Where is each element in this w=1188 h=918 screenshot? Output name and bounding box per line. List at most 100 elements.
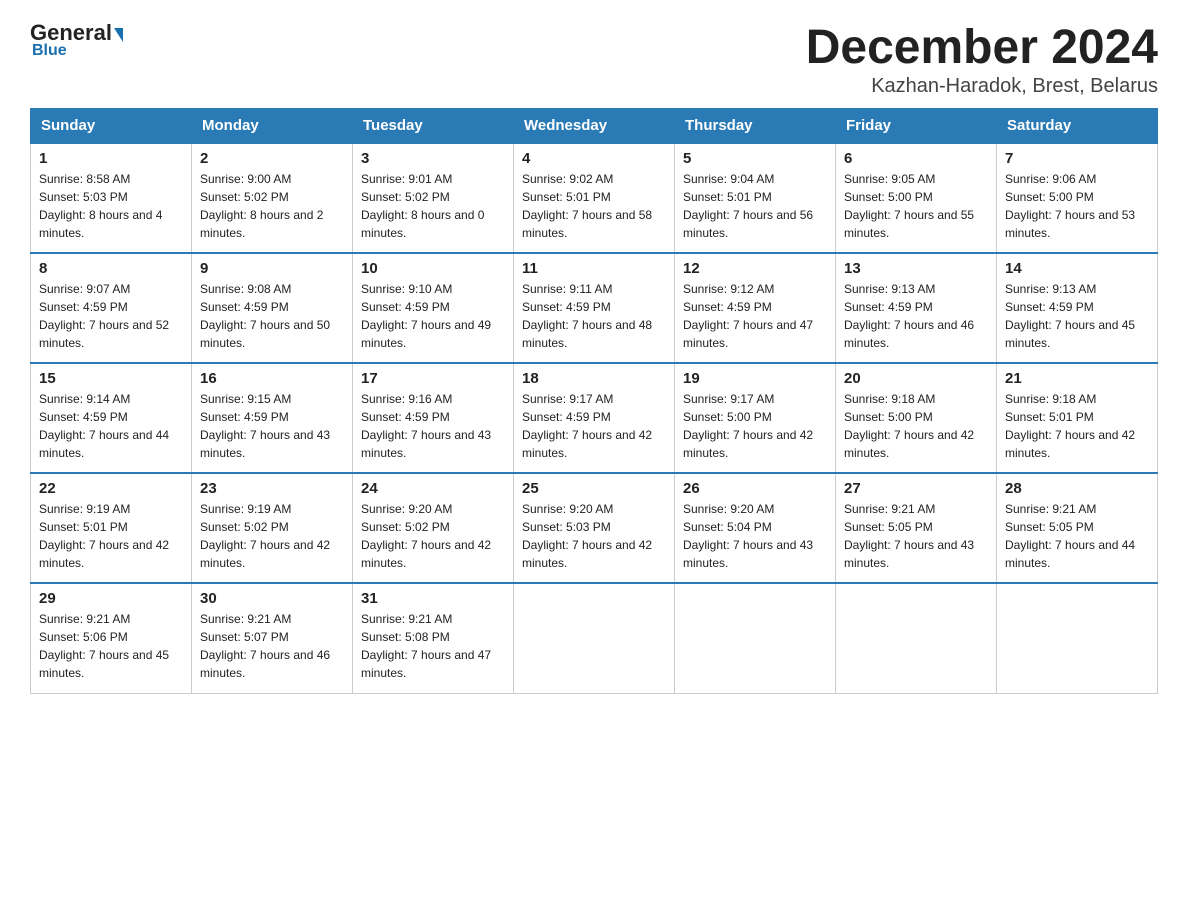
day-info: Sunrise: 9:17 AMSunset: 5:00 PMDaylight:… [683,390,827,462]
day-info: Sunrise: 9:08 AMSunset: 4:59 PMDaylight:… [200,280,344,352]
calendar-cell: 3 Sunrise: 9:01 AMSunset: 5:02 PMDayligh… [353,143,514,253]
calendar-cell: 23 Sunrise: 9:19 AMSunset: 5:02 PMDaylig… [192,473,353,583]
col-wednesday: Wednesday [514,109,675,144]
day-number: 15 [39,370,183,387]
day-number: 12 [683,260,827,277]
calendar-cell: 2 Sunrise: 9:00 AMSunset: 5:02 PMDayligh… [192,143,353,253]
day-info: Sunrise: 9:07 AMSunset: 4:59 PMDaylight:… [39,280,183,352]
calendar-cell: 20 Sunrise: 9:18 AMSunset: 5:00 PMDaylig… [836,363,997,473]
day-number: 3 [361,150,505,167]
calendar-cell [997,583,1158,693]
day-number: 24 [361,480,505,497]
day-number: 21 [1005,370,1149,387]
day-number: 13 [844,260,988,277]
calendar-cell: 21 Sunrise: 9:18 AMSunset: 5:01 PMDaylig… [997,363,1158,473]
day-number: 26 [683,480,827,497]
day-info: Sunrise: 9:18 AMSunset: 5:01 PMDaylight:… [1005,390,1149,462]
day-number: 17 [361,370,505,387]
col-monday: Monday [192,109,353,144]
day-info: Sunrise: 9:18 AMSunset: 5:00 PMDaylight:… [844,390,988,462]
day-number: 28 [1005,480,1149,497]
week-row-1: 1 Sunrise: 8:58 AMSunset: 5:03 PMDayligh… [31,143,1158,253]
day-number: 27 [844,480,988,497]
calendar-cell: 11 Sunrise: 9:11 AMSunset: 4:59 PMDaylig… [514,253,675,363]
calendar-cell: 6 Sunrise: 9:05 AMSunset: 5:00 PMDayligh… [836,143,997,253]
calendar-cell: 5 Sunrise: 9:04 AMSunset: 5:01 PMDayligh… [675,143,836,253]
day-number: 4 [522,150,666,167]
week-row-4: 22 Sunrise: 9:19 AMSunset: 5:01 PMDaylig… [31,473,1158,583]
day-info: Sunrise: 9:21 AMSunset: 5:08 PMDaylight:… [361,610,505,682]
calendar-cell [514,583,675,693]
day-info: Sunrise: 9:00 AMSunset: 5:02 PMDaylight:… [200,170,344,242]
calendar-cell: 13 Sunrise: 9:13 AMSunset: 4:59 PMDaylig… [836,253,997,363]
day-info: Sunrise: 9:20 AMSunset: 5:02 PMDaylight:… [361,500,505,572]
day-info: Sunrise: 9:13 AMSunset: 4:59 PMDaylight:… [844,280,988,352]
day-number: 18 [522,370,666,387]
day-info: Sunrise: 9:21 AMSunset: 5:05 PMDaylight:… [1005,500,1149,572]
month-title: December 2024 [806,20,1158,75]
day-info: Sunrise: 9:01 AMSunset: 5:02 PMDaylight:… [361,170,505,242]
location-subtitle: Kazhan-Haradok, Brest, Belarus [806,75,1158,98]
calendar-cell: 24 Sunrise: 9:20 AMSunset: 5:02 PMDaylig… [353,473,514,583]
day-number: 22 [39,480,183,497]
day-number: 6 [844,150,988,167]
title-block: December 2024 Kazhan-Haradok, Brest, Bel… [806,20,1158,98]
day-number: 10 [361,260,505,277]
calendar-cell: 31 Sunrise: 9:21 AMSunset: 5:08 PMDaylig… [353,583,514,693]
calendar-cell: 14 Sunrise: 9:13 AMSunset: 4:59 PMDaylig… [997,253,1158,363]
calendar-cell: 8 Sunrise: 9:07 AMSunset: 4:59 PMDayligh… [31,253,192,363]
day-info: Sunrise: 9:05 AMSunset: 5:00 PMDaylight:… [844,170,988,242]
calendar-table: Sunday Monday Tuesday Wednesday Thursday… [30,108,1158,694]
calendar-cell: 12 Sunrise: 9:12 AMSunset: 4:59 PMDaylig… [675,253,836,363]
day-number: 30 [200,590,344,607]
day-number: 2 [200,150,344,167]
day-number: 5 [683,150,827,167]
calendar-cell: 18 Sunrise: 9:17 AMSunset: 4:59 PMDaylig… [514,363,675,473]
day-info: Sunrise: 9:20 AMSunset: 5:04 PMDaylight:… [683,500,827,572]
page-header: General Blue December 2024 Kazhan-Harado… [30,20,1158,98]
calendar-cell: 28 Sunrise: 9:21 AMSunset: 5:05 PMDaylig… [997,473,1158,583]
week-row-3: 15 Sunrise: 9:14 AMSunset: 4:59 PMDaylig… [31,363,1158,473]
col-thursday: Thursday [675,109,836,144]
col-tuesday: Tuesday [353,109,514,144]
calendar-cell: 27 Sunrise: 9:21 AMSunset: 5:05 PMDaylig… [836,473,997,583]
calendar-cell [836,583,997,693]
calendar-cell: 7 Sunrise: 9:06 AMSunset: 5:00 PMDayligh… [997,143,1158,253]
calendar-cell: 16 Sunrise: 9:15 AMSunset: 4:59 PMDaylig… [192,363,353,473]
calendar-cell: 29 Sunrise: 9:21 AMSunset: 5:06 PMDaylig… [31,583,192,693]
day-info: Sunrise: 9:11 AMSunset: 4:59 PMDaylight:… [522,280,666,352]
day-info: Sunrise: 9:16 AMSunset: 4:59 PMDaylight:… [361,390,505,462]
col-friday: Friday [836,109,997,144]
calendar-cell [675,583,836,693]
day-info: Sunrise: 8:58 AMSunset: 5:03 PMDaylight:… [39,170,183,242]
day-number: 1 [39,150,183,167]
calendar-cell: 10 Sunrise: 9:10 AMSunset: 4:59 PMDaylig… [353,253,514,363]
day-info: Sunrise: 9:14 AMSunset: 4:59 PMDaylight:… [39,390,183,462]
logo-triangle-icon [114,28,123,42]
day-number: 16 [200,370,344,387]
day-info: Sunrise: 9:06 AMSunset: 5:00 PMDaylight:… [1005,170,1149,242]
calendar-cell: 17 Sunrise: 9:16 AMSunset: 4:59 PMDaylig… [353,363,514,473]
calendar-cell: 25 Sunrise: 9:20 AMSunset: 5:03 PMDaylig… [514,473,675,583]
day-info: Sunrise: 9:17 AMSunset: 4:59 PMDaylight:… [522,390,666,462]
day-info: Sunrise: 9:21 AMSunset: 5:06 PMDaylight:… [39,610,183,682]
calendar-cell: 22 Sunrise: 9:19 AMSunset: 5:01 PMDaylig… [31,473,192,583]
day-info: Sunrise: 9:21 AMSunset: 5:07 PMDaylight:… [200,610,344,682]
day-info: Sunrise: 9:10 AMSunset: 4:59 PMDaylight:… [361,280,505,352]
calendar-cell: 30 Sunrise: 9:21 AMSunset: 5:07 PMDaylig… [192,583,353,693]
day-number: 9 [200,260,344,277]
day-number: 7 [1005,150,1149,167]
day-number: 31 [361,590,505,607]
day-info: Sunrise: 9:02 AMSunset: 5:01 PMDaylight:… [522,170,666,242]
day-info: Sunrise: 9:12 AMSunset: 4:59 PMDaylight:… [683,280,827,352]
logo-blue-text: Blue [32,42,67,60]
calendar-cell: 1 Sunrise: 8:58 AMSunset: 5:03 PMDayligh… [31,143,192,253]
day-number: 8 [39,260,183,277]
day-info: Sunrise: 9:21 AMSunset: 5:05 PMDaylight:… [844,500,988,572]
day-number: 25 [522,480,666,497]
day-number: 23 [200,480,344,497]
week-row-5: 29 Sunrise: 9:21 AMSunset: 5:06 PMDaylig… [31,583,1158,693]
calendar-cell: 4 Sunrise: 9:02 AMSunset: 5:01 PMDayligh… [514,143,675,253]
col-sunday: Sunday [31,109,192,144]
day-number: 11 [522,260,666,277]
